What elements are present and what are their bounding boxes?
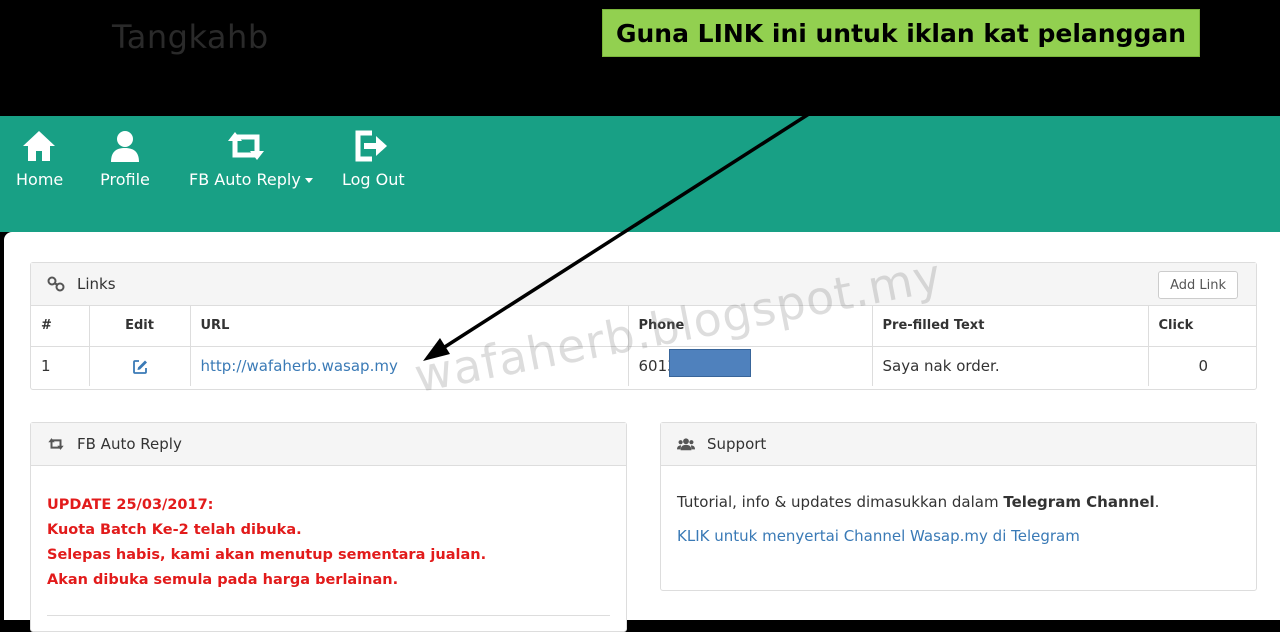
annotation-arrow — [423, 110, 813, 361]
